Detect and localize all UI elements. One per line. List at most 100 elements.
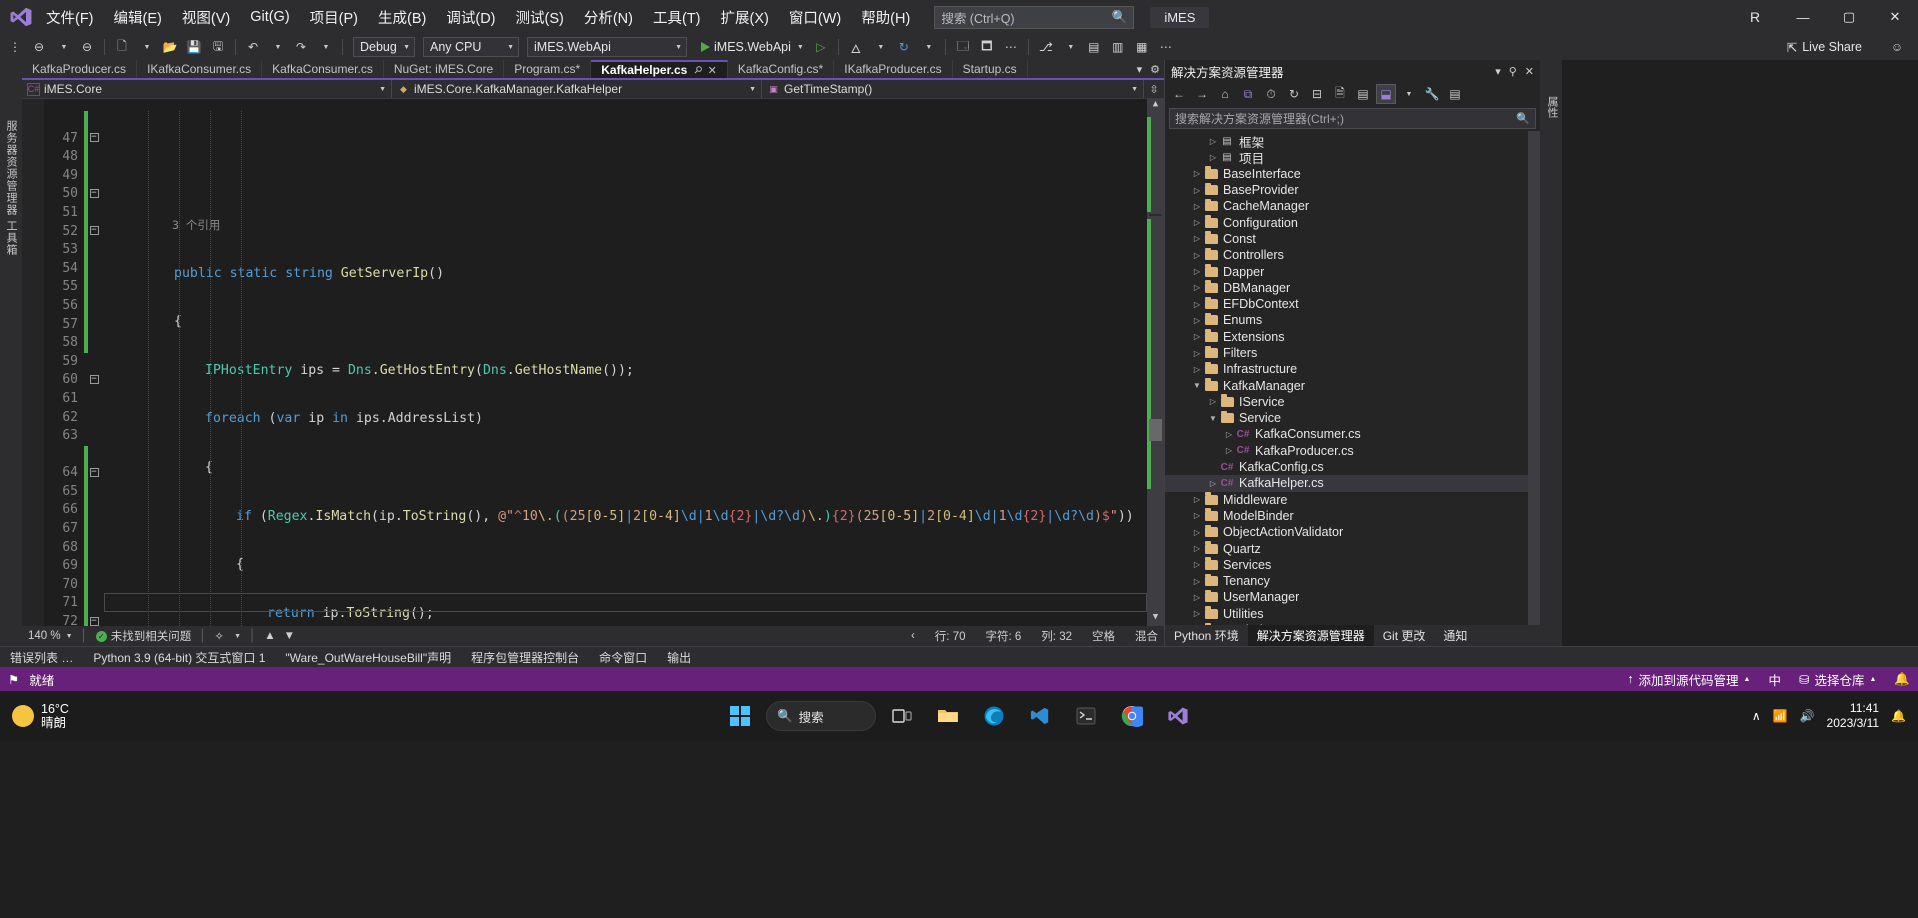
start-debugging-button[interactable]: iMES.WebApi ▼ bbox=[697, 36, 808, 58]
tree-item--[interactable]: ▷ ▤ 项目 bbox=[1165, 149, 1528, 166]
minimize-button[interactable]: — bbox=[1780, 0, 1826, 34]
chevron-right-icon[interactable]: ▷ bbox=[1191, 577, 1203, 586]
tree-item-const[interactable]: ▷ Const bbox=[1165, 231, 1528, 247]
tree-item-iservice[interactable]: ▷ IService bbox=[1165, 394, 1528, 410]
refresh-icon[interactable]: ↻ bbox=[1284, 84, 1304, 104]
tab-kafkaconfig[interactable]: KafkaConfig.cs* bbox=[727, 60, 835, 78]
menu-item-12[interactable]: 帮助(H) bbox=[851, 3, 920, 32]
add-to-source-control-button[interactable]: ↑ 添加到源代码管理 ▲ bbox=[1627, 670, 1750, 689]
tab-nuget-imes-core[interactable]: NuGet: iMES.Core bbox=[383, 60, 505, 78]
tree-item-workflow[interactable]: ▷WorkFlow bbox=[1165, 622, 1528, 625]
restart-dropdown-icon[interactable]: ▼ bbox=[917, 36, 939, 58]
layout-icon[interactable]: ▤ bbox=[1083, 36, 1105, 58]
tab-command-window[interactable]: 命令窗口 bbox=[589, 649, 657, 666]
tab-program[interactable]: Program.cs* bbox=[504, 60, 592, 78]
menu-item-1[interactable]: 编辑(E) bbox=[104, 3, 172, 32]
show-all-files-icon[interactable]: 🗎 bbox=[1330, 84, 1350, 104]
new-project-dropdown-icon[interactable]: ▼ bbox=[135, 36, 157, 58]
notification-center-icon[interactable]: 🔔 bbox=[1891, 709, 1906, 723]
tree-item-kafkaconsumer-cs[interactable]: ▷ C# KafkaConsumer.cs bbox=[1165, 426, 1528, 442]
chevron-right-icon[interactable]: ▷ bbox=[1191, 332, 1203, 341]
tree-item-baseprovider[interactable]: ▷ BaseProvider bbox=[1165, 182, 1528, 198]
solution-configuration-select[interactable]: Debug ▼ bbox=[353, 37, 415, 57]
switch-views-icon[interactable]: ⧉ bbox=[1238, 84, 1258, 104]
visual-studio-button[interactable] bbox=[1158, 696, 1198, 736]
search-icon[interactable]: 🔍 bbox=[1516, 112, 1530, 125]
collapse-icon[interactable]: − bbox=[89, 467, 99, 477]
navigate-up-icon[interactable]: ▲ bbox=[264, 630, 275, 642]
close-icon[interactable]: ✕ bbox=[1525, 65, 1534, 78]
layout2-icon[interactable]: ▥ bbox=[1107, 36, 1129, 58]
filter-icon[interactable]: ▤ bbox=[1445, 84, 1465, 104]
close-button[interactable]: ✕ bbox=[1872, 0, 1918, 34]
chevron-right-icon[interactable]: ▷ bbox=[1191, 283, 1203, 292]
source-control-icon[interactable]: ⎇ bbox=[1035, 36, 1057, 58]
tree-item-filters[interactable]: ▷ Filters bbox=[1165, 345, 1528, 361]
tab-kafkahelper[interactable]: KafkaHelper.cs ⚲ ✕ bbox=[591, 60, 728, 78]
start-button[interactable] bbox=[720, 696, 760, 736]
redo-icon[interactable]: ↷ bbox=[290, 36, 312, 58]
split-view-icon[interactable]: ⇳ bbox=[1144, 80, 1164, 98]
tree-item-quartz[interactable]: ▷ Quartz bbox=[1165, 540, 1528, 556]
maximize-button[interactable]: ▢ bbox=[1826, 0, 1872, 34]
solution-tree[interactable]: ▷ ▤ 框架 ▷ ▤ 项目 ▷ BaseInterface ▷ BaseProvider ▷ Cach… bbox=[1165, 131, 1528, 625]
tab-package-manager-console[interactable]: 程序包管理器控制台 bbox=[461, 649, 589, 666]
menu-item-2[interactable]: 视图(V) bbox=[172, 3, 240, 32]
navbar-project-select[interactable]: C# iMES.Core ▼ bbox=[22, 80, 392, 98]
file-explorer-button[interactable] bbox=[928, 696, 968, 736]
live-preview-icon[interactable]: 🗖 bbox=[976, 36, 998, 58]
solution-search-input[interactable]: 搜索解决方案资源管理器(Ctrl+;) 🔍 bbox=[1169, 108, 1536, 129]
tree-item-usermanager[interactable]: ▷ UserManager bbox=[1165, 589, 1528, 605]
scroll-down-icon[interactable]: ▼ bbox=[1147, 612, 1164, 626]
chevron-right-icon[interactable]: ▷ bbox=[1191, 300, 1203, 309]
menu-item-3[interactable]: Git(G) bbox=[240, 5, 299, 29]
tab-output[interactable]: 输出 bbox=[657, 649, 701, 666]
chevron-right-icon[interactable]: ▷ bbox=[1191, 186, 1203, 195]
chevron-right-icon[interactable]: ▷ bbox=[1191, 218, 1203, 227]
toolbar-overflow-icon[interactable]: ⋯ bbox=[1000, 36, 1022, 58]
undo-dropdown-icon[interactable]: ▼ bbox=[266, 36, 288, 58]
start-without-debugging-icon[interactable]: ▷ bbox=[810, 36, 832, 58]
menu-item-6[interactable]: 调试(D) bbox=[436, 3, 505, 32]
tree-item-enums[interactable]: ▷ Enums bbox=[1165, 312, 1528, 328]
chevron-right-icon[interactable]: ▷ bbox=[1207, 397, 1219, 406]
tree-item-objectactionvalidator[interactable]: ▷ ObjectActionValidator bbox=[1165, 524, 1528, 540]
chevron-right-icon[interactable]: ▷ bbox=[1191, 560, 1203, 569]
account-avatar[interactable]: R bbox=[1738, 0, 1772, 34]
undo-icon[interactable]: ↶ bbox=[242, 36, 264, 58]
scroll-thumb[interactable] bbox=[1149, 419, 1162, 441]
weather-widget[interactable]: 16°C 晴朗 bbox=[0, 702, 69, 731]
feedback-icon[interactable]: ☺ bbox=[1886, 36, 1908, 58]
tree-item-services[interactable]: ▷ Services bbox=[1165, 557, 1528, 573]
toolbox-rail-label[interactable]: 工具箱 bbox=[3, 220, 19, 256]
chevron-right-icon[interactable]: ▷ bbox=[1207, 153, 1219, 162]
menu-item-0[interactable]: 文件(F) bbox=[36, 3, 104, 32]
navigate-forward-icon[interactable]: ⊖ bbox=[76, 36, 98, 58]
tree-item-kafkaproducer-cs[interactable]: ▷ C# KafkaProducer.cs bbox=[1165, 443, 1528, 459]
collapse-icon[interactable]: − bbox=[89, 374, 99, 384]
pending-changes-icon[interactable]: ⏱ bbox=[1261, 84, 1281, 104]
chevron-right-icon[interactable]: ▷ bbox=[1191, 544, 1203, 553]
chevron-right-icon[interactable]: ▷ bbox=[1191, 251, 1203, 260]
breakpoint-gutter[interactable] bbox=[22, 99, 44, 626]
tree-item-utilities[interactable]: ▷ Utilities bbox=[1165, 606, 1528, 622]
chevron-right-icon[interactable]: ▷ bbox=[1191, 234, 1203, 243]
tree-item-dbmanager[interactable]: ▷ DBManager bbox=[1165, 280, 1528, 296]
tab-settings-gear-icon[interactable]: ⚙ bbox=[1150, 63, 1160, 76]
terminal-button[interactable] bbox=[1066, 696, 1106, 736]
home-icon[interactable]: ⌂ bbox=[1215, 84, 1235, 104]
navigate-down-icon[interactable]: ▼ bbox=[284, 630, 295, 642]
volume-icon[interactable]: 🔊 bbox=[1800, 709, 1815, 723]
tree-item-baseinterface[interactable]: ▷ BaseInterface bbox=[1165, 166, 1528, 182]
solution-platform-select[interactable]: Any CPU ▼ bbox=[423, 37, 519, 57]
ime-indicator[interactable]: 中 bbox=[1768, 670, 1781, 689]
menu-item-5[interactable]: 生成(B) bbox=[368, 3, 436, 32]
tab-ikafkaproducer[interactable]: IKafkaProducer.cs bbox=[834, 60, 953, 78]
scroll-up-icon[interactable]: ▲ bbox=[1147, 99, 1164, 113]
chevron-right-icon[interactable]: ▷ bbox=[1191, 511, 1203, 520]
navbar-member-select[interactable]: ▣ GetTimeStamp() ▼ bbox=[762, 80, 1144, 98]
chevron-right-icon[interactable]: ▷ bbox=[1191, 169, 1203, 178]
global-search-input[interactable]: 搜索 (Ctrl+Q) 🔍 bbox=[934, 5, 1135, 29]
tab-python-interactive[interactable]: Python 3.9 (64-bit) 交互式窗口 1 bbox=[83, 649, 275, 666]
startup-project-select[interactable]: iMES.WebApi ▼ bbox=[527, 37, 687, 57]
